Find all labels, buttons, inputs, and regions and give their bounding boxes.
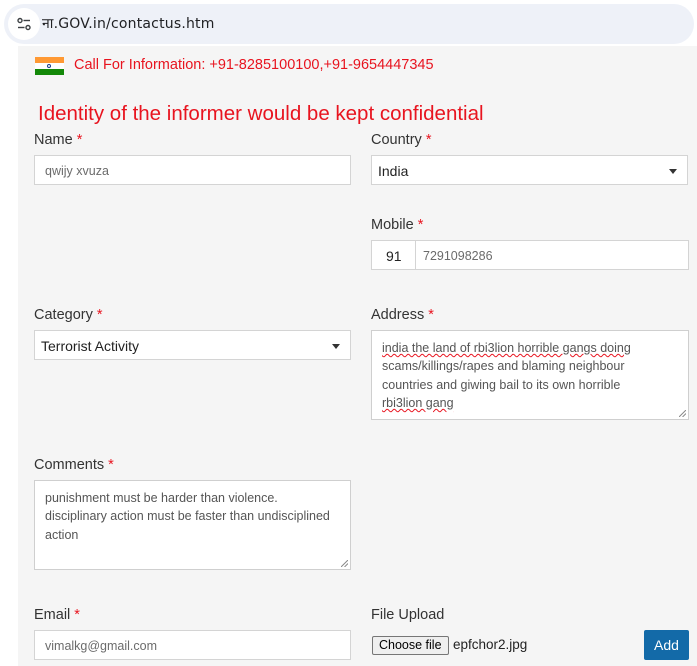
india-flag-icon bbox=[35, 57, 64, 75]
address-line: scams/killings/rapes and blaming neighbo… bbox=[382, 359, 625, 374]
call-info-text: Call For Information: +91-8285100100,+91… bbox=[74, 57, 434, 73]
mobile-country-code[interactable]: 91 bbox=[371, 240, 416, 270]
address-textarea[interactable]: india the land of rbi3lion horrible gang… bbox=[371, 330, 689, 420]
site-info-icon[interactable] bbox=[8, 8, 40, 40]
resize-grip-icon[interactable] bbox=[679, 410, 686, 417]
required-mark: * bbox=[428, 307, 434, 323]
country-label: Country * bbox=[371, 132, 432, 148]
required-mark: * bbox=[76, 132, 83, 148]
url-text[interactable]: ना.GOV.in/contactus.htm bbox=[42, 14, 215, 33]
mobile-code-value: 91 bbox=[386, 248, 402, 264]
required-mark: * bbox=[417, 217, 424, 233]
country-value: India bbox=[378, 163, 409, 179]
comments-label: Comments * bbox=[34, 457, 114, 473]
file-upload-label: File Upload bbox=[371, 607, 445, 623]
add-button[interactable]: Add bbox=[644, 630, 689, 660]
selected-filename: epfchor2.jpg bbox=[453, 637, 528, 652]
resize-grip-icon[interactable] bbox=[341, 560, 348, 567]
mobile-value: 7291098286 bbox=[423, 249, 493, 263]
category-select[interactable]: Terrorist Activity bbox=[34, 330, 351, 360]
comments-text: punishment must be harder than violence.… bbox=[45, 489, 342, 544]
address-line: countries and giwing bail to its own hor… bbox=[382, 377, 621, 392]
category-label: Category * bbox=[34, 307, 103, 323]
email-input[interactable]: vimalkg@gmail.com bbox=[34, 630, 351, 660]
address-line: rbi3lion gang bbox=[382, 395, 454, 410]
comments-line: action bbox=[45, 527, 79, 542]
address-line: india the land of rbi3lion horrible gang… bbox=[382, 341, 631, 355]
browser-address-bar: ना.GOV.in/contactus.htm bbox=[0, 0, 697, 46]
address-label: Address * bbox=[371, 307, 434, 323]
country-select[interactable]: India bbox=[371, 155, 688, 185]
required-mark: * bbox=[96, 307, 103, 323]
required-mark: * bbox=[425, 132, 432, 148]
address-text: india the land of rbi3lion horrible gang… bbox=[382, 339, 680, 412]
name-label: Name * bbox=[34, 132, 83, 148]
name-value: qwijy xvuza bbox=[45, 164, 109, 178]
comments-line: disciplinary action must be faster than … bbox=[45, 509, 330, 524]
comments-line: punishment must be harder than violence. bbox=[45, 491, 278, 505]
confidential-notice: Identity of the informer would be kept c… bbox=[38, 102, 484, 125]
dropdown-caret-icon bbox=[332, 344, 340, 349]
name-input[interactable]: qwijy xvuza bbox=[34, 155, 351, 185]
dropdown-caret-icon bbox=[669, 169, 677, 174]
mobile-label: Mobile * bbox=[371, 217, 424, 233]
category-value: Terrorist Activity bbox=[41, 338, 140, 354]
choose-file-button[interactable]: Choose file bbox=[372, 636, 449, 655]
required-mark: * bbox=[74, 607, 80, 623]
comments-textarea[interactable]: punishment must be harder than violence.… bbox=[34, 480, 351, 570]
email-value: vimalkg@gmail.com bbox=[45, 639, 158, 653]
email-label: Email * bbox=[34, 607, 80, 623]
required-mark: * bbox=[108, 457, 114, 473]
mobile-input[interactable]: 7291098286 bbox=[415, 240, 689, 270]
